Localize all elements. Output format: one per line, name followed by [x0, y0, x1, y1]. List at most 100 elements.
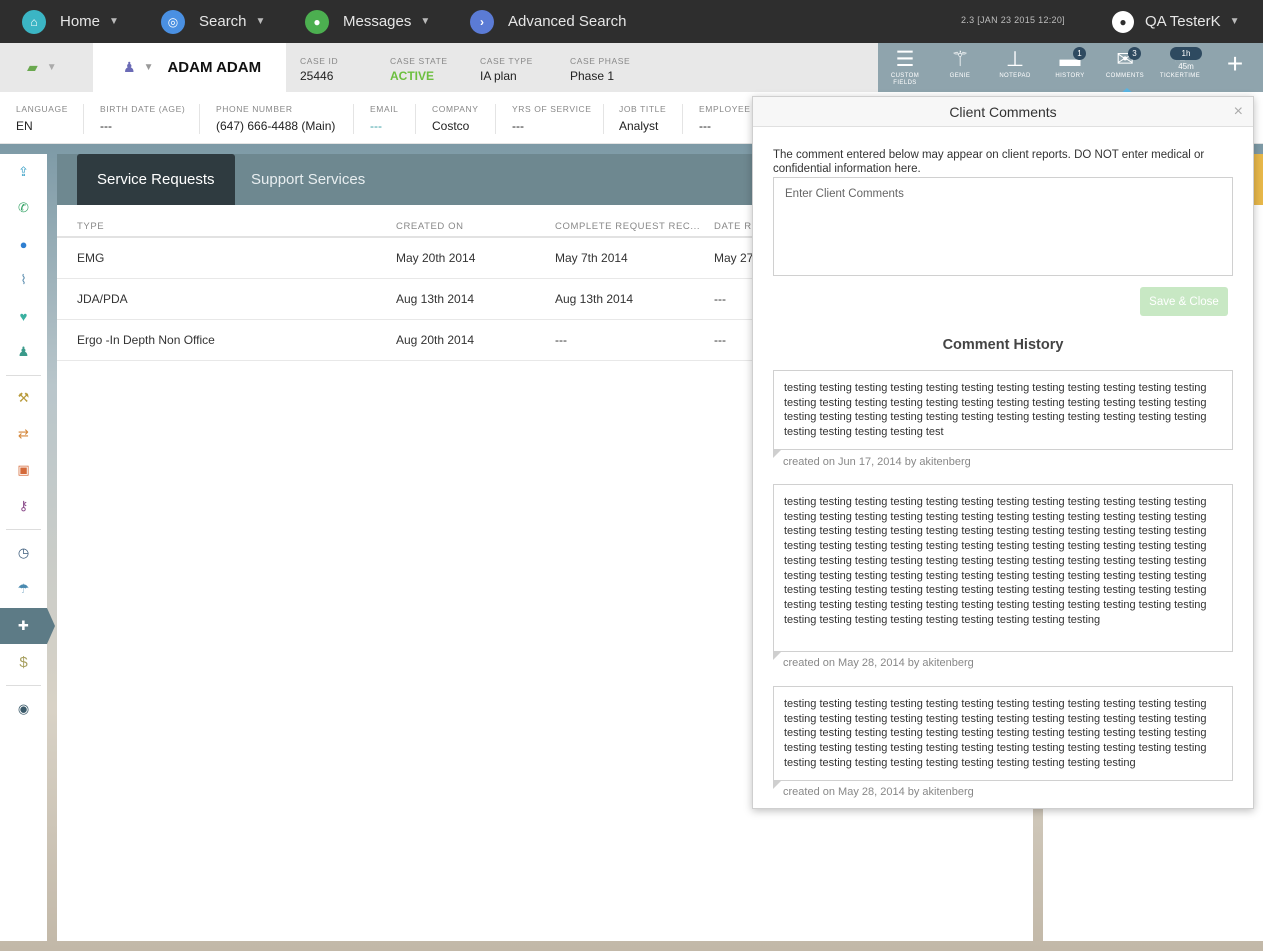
- case-phase-label: CASE PHASE: [570, 56, 631, 66]
- dashboard-icon[interactable]: ◉: [0, 694, 47, 724]
- genie-label: GENIE: [949, 73, 971, 79]
- chevron-down-icon: ▼: [1229, 16, 1240, 27]
- cell-complete-request: Aug 13th 2014: [555, 292, 634, 306]
- case-phase-value: Phase 1: [570, 69, 615, 83]
- top-navigation: ⌂ Home ▼ ◎ Search ▼ ● Messages ▼ › Advan…: [0, 0, 1263, 43]
- case-id-label: CASE ID: [300, 56, 339, 66]
- user-icon: ●: [1112, 10, 1134, 33]
- tab-support-services[interactable]: Support Services: [231, 154, 385, 205]
- comments-label: COMMENTS: [1105, 73, 1145, 79]
- transfer-icon[interactable]: ⇄: [0, 419, 47, 449]
- briefcase-icon[interactable]: ▣: [0, 455, 47, 485]
- nav-home-label: Home: [60, 13, 101, 30]
- chevron-down-icon: ▼: [420, 16, 431, 27]
- email-label: EMAIL: [370, 104, 399, 114]
- upload-icon[interactable]: ⇪: [0, 157, 47, 187]
- language-value: EN: [16, 119, 33, 133]
- rail-divider: [6, 529, 41, 530]
- cell-date-received: ---: [714, 292, 726, 306]
- ambulance-icon[interactable]: ✚: [0, 608, 55, 644]
- umbrella-icon[interactable]: ☂: [0, 574, 47, 604]
- employee-id-label: EMPLOYEE I: [699, 104, 757, 114]
- comment-history-item: testing testing testing testing testing …: [773, 484, 1233, 660]
- comments-button[interactable]: ✉ COMMENTS 3: [1103, 47, 1147, 89]
- chevron-down-icon: ▼: [143, 62, 154, 73]
- chat-bubble-icon[interactable]: ●: [0, 229, 47, 259]
- tickertime-button[interactable]: ◔ TICKERTIME 1h 45m: [1158, 47, 1202, 89]
- people-icon[interactable]: ♟: [0, 337, 47, 367]
- nav-search-label: Search: [199, 13, 247, 30]
- close-icon[interactable]: ×: [1234, 97, 1243, 127]
- birth-date-value: ---: [100, 119, 112, 133]
- key-icon[interactable]: ⚷: [0, 491, 47, 521]
- right-panel-accent: [1253, 154, 1263, 205]
- nav-advanced-search[interactable]: › Advanced Search: [470, 0, 626, 43]
- tab-service-requests[interactable]: Service Requests: [77, 154, 235, 205]
- phone-label: PHONE NUMBER: [216, 104, 293, 114]
- company-label: COMPANY: [432, 104, 479, 114]
- custom-fields-label: CUSTOM FIELDS: [890, 73, 920, 86]
- cell-created-on: Aug 20th 2014: [396, 333, 475, 347]
- job-title-label: JOB TITLE: [619, 104, 667, 114]
- client-comments-dialog: Client Comments × The comment entered be…: [752, 96, 1254, 809]
- dialog-header: Client Comments ×: [753, 97, 1253, 127]
- chevron-right-icon: ›: [470, 9, 494, 34]
- email-value[interactable]: ---: [370, 119, 405, 133]
- cell-type: EMG: [77, 251, 105, 265]
- case-state-value: ACTIVE: [390, 69, 435, 83]
- nav-messages-label: Messages: [343, 13, 412, 30]
- folder-open-icon: ▰: [27, 59, 38, 75]
- nav-search[interactable]: ◎ Search ▼: [161, 0, 265, 43]
- client-name-menu[interactable]: ♟ ▼ ADAM ADAM: [93, 43, 286, 92]
- paperclip-icon[interactable]: ⌇: [0, 265, 47, 295]
- genie-button[interactable]: ⚚ GENIE: [938, 47, 982, 89]
- case-id-field: CASE ID 25446: [300, 56, 338, 83]
- cell-complete-request: ---: [555, 333, 567, 347]
- gavel-icon[interactable]: ⚒: [0, 383, 47, 413]
- job-title-value: Analyst: [619, 119, 659, 133]
- wand-icon: ⚚: [950, 48, 970, 71]
- pin-icon: ⊥: [1005, 48, 1025, 71]
- column-complete-request[interactable]: COMPLETE REQUEST REC...: [555, 221, 700, 232]
- comment-history-meta: created on May 28, 2014 by akitenberg: [783, 657, 974, 669]
- case-state-field: CASE STATE ACTIVE: [390, 56, 448, 83]
- search-icon: ◎: [161, 9, 185, 34]
- column-created-on[interactable]: CREATED ON: [396, 221, 464, 232]
- person-icon: ♟: [123, 59, 136, 75]
- tickertime-label: TICKERTIME: [1159, 73, 1201, 79]
- phone-icon[interactable]: ✆: [0, 193, 47, 223]
- employee-id-field: EMPLOYEE I ---: [699, 104, 759, 134]
- nav-messages[interactable]: ● Messages ▼: [305, 0, 430, 43]
- dialog-title: Client Comments: [949, 104, 1057, 120]
- phone-value: (647) 666-4488 (Main): [216, 119, 336, 133]
- case-folder-menu[interactable]: ▰ ▼: [0, 43, 93, 92]
- cell-date-received: May 27: [714, 251, 754, 265]
- save-close-button[interactable]: Save & Close: [1140, 287, 1228, 316]
- case-state-label: CASE STATE: [390, 56, 448, 66]
- custom-fields-button[interactable]: ☰ CUSTOM FIELDS: [883, 47, 927, 89]
- notepad-button[interactable]: ⊥ NOTEPAD: [993, 47, 1037, 89]
- nav-home[interactable]: ⌂ Home ▼: [22, 0, 119, 43]
- tickertime-badge: 1h 45m: [1170, 47, 1202, 71]
- case-type-label: CASE TYPE: [480, 56, 533, 66]
- language-field: LANGUAGE EN: [16, 104, 84, 134]
- client-comment-input[interactable]: [773, 177, 1233, 276]
- comment-history-item: testing testing testing testing testing …: [773, 686, 1233, 789]
- chevron-down-icon: ▼: [46, 62, 57, 73]
- years-of-service-value: ---: [512, 119, 524, 133]
- clock-icon[interactable]: ◷: [0, 538, 47, 568]
- email-field: EMAIL ---: [370, 104, 416, 134]
- heart-icon[interactable]: ♥: [0, 301, 47, 331]
- column-type[interactable]: TYPE: [77, 221, 104, 232]
- dollar-icon[interactable]: $: [0, 647, 47, 677]
- nav-advanced-search-label: Advanced Search: [508, 13, 627, 30]
- user-name: QA TesterK: [1145, 13, 1221, 30]
- case-type-field: CASE TYPE IA plan: [480, 56, 533, 83]
- job-title-field: JOB TITLE Analyst: [619, 104, 683, 134]
- left-icon-rail: ⇪ ✆ ● ⌇ ♥ ♟ ⚒ ⇄ ▣ ⚷ ◷ ☂ ✚ $ ◉: [0, 154, 55, 941]
- case-id-value: 25446: [300, 69, 334, 83]
- add-button[interactable]: +: [1213, 47, 1257, 89]
- user-menu[interactable]: ● QA TesterK ▼: [1112, 0, 1240, 43]
- plus-icon: +: [1226, 48, 1244, 79]
- history-button[interactable]: ▬ HISTORY 1: [1048, 47, 1092, 89]
